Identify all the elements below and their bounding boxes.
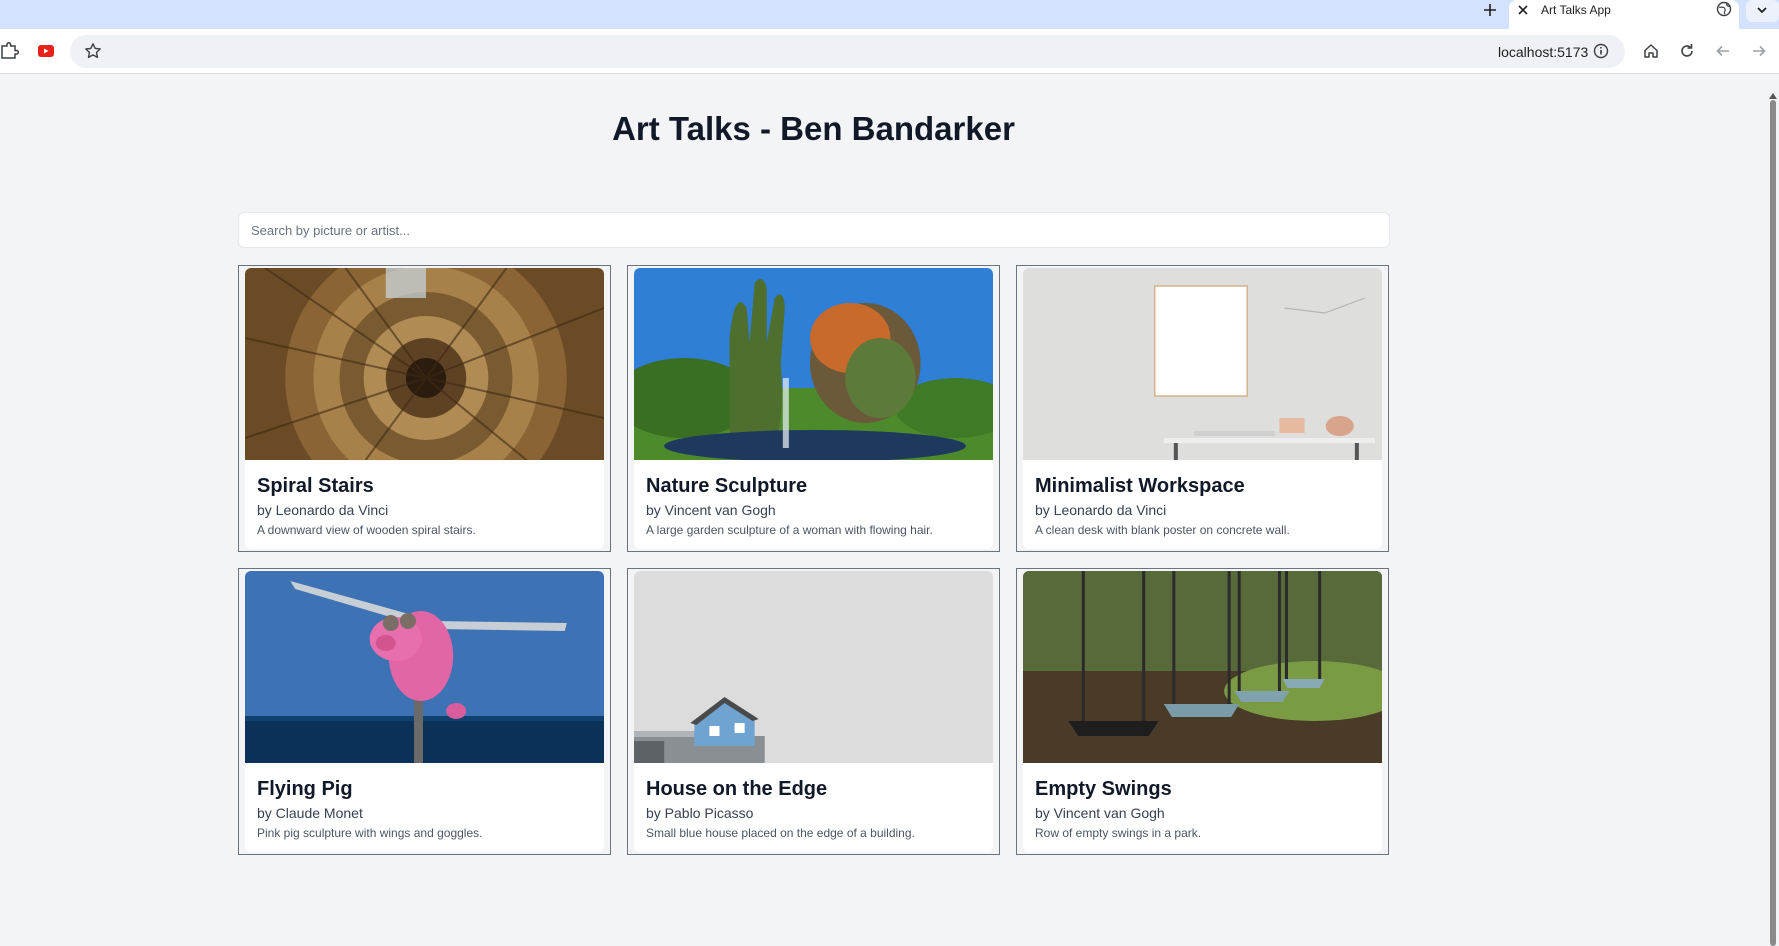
nature-sculpture-image	[634, 268, 993, 460]
tab-title: Art Talks App	[1541, 3, 1611, 17]
tab-art-talks[interactable]: Art Talks App	[1509, 0, 1739, 29]
close-tab-button[interactable]	[1517, 1, 1529, 19]
card-body: House on the Edge by Pablo Picasso Small…	[634, 763, 993, 841]
puzzle-icon[interactable]	[0, 41, 20, 61]
art-card[interactable]: Spiral Stairs by Leonardo da Vinci A dow…	[238, 265, 611, 552]
address-bar[interactable]: localhost:5173	[70, 35, 1625, 68]
page-scrollbar[interactable]	[1767, 75, 1779, 946]
card-body: Empty Swings by Vincent van Gogh Row of …	[1023, 763, 1382, 841]
tab-strip: Art Talks App	[0, 0, 1779, 29]
card-description: Row of empty swings in a park.	[1035, 826, 1202, 840]
page-content: Art Talks - Ben Bandarker Search by pict…	[0, 75, 1779, 946]
card-title: Minimalist Workspace	[1035, 475, 1245, 497]
card-description: Pink pig sculpture with wings and goggle…	[257, 826, 483, 840]
card-title: Spiral Stairs	[257, 475, 374, 497]
info-icon[interactable]	[1593, 43, 1609, 59]
card-artist: by Claude Monet	[257, 805, 363, 821]
card-description: A downward view of wooden spiral stairs.	[257, 523, 476, 537]
card-inner: Minimalist Workspace by Leonardo da Vinc…	[1023, 268, 1382, 549]
search-input[interactable]	[238, 212, 1390, 248]
art-card[interactable]: Minimalist Workspace by Leonardo da Vinc…	[1016, 265, 1389, 552]
card-inner: Empty Swings by Vincent van Gogh Row of …	[1023, 571, 1382, 852]
card-artist: by Vincent van Gogh	[1035, 805, 1165, 821]
card-description: A large garden sculpture of a woman with…	[646, 523, 933, 537]
scroll-up-arrow-icon[interactable]	[1769, 93, 1777, 99]
url-text[interactable]: localhost:5173	[1498, 44, 1588, 60]
close-icon	[1518, 5, 1528, 15]
card-inner: Nature Sculpture by Vincent van Gogh A l…	[634, 268, 993, 549]
reload-icon[interactable]	[1677, 41, 1697, 61]
home-icon[interactable]	[1641, 41, 1661, 61]
scrollbar-thumb[interactable]	[1770, 100, 1776, 946]
browser-toolbar: localhost:5173	[0, 29, 1779, 74]
spiral-stairs-image	[245, 268, 604, 460]
flying-pig-image	[245, 571, 604, 763]
art-grid: Spiral Stairs by Leonardo da Vinci A dow…	[238, 265, 1390, 855]
empty-swings-image	[1023, 571, 1382, 763]
house-on-edge-image	[634, 571, 993, 763]
art-card[interactable]: House on the Edge by Pablo Picasso Small…	[627, 568, 1000, 855]
forward-arrow-icon[interactable]	[1749, 41, 1769, 61]
card-artist: by Pablo Picasso	[646, 805, 754, 821]
art-card[interactable]: Flying Pig by Claude Monet Pink pig scul…	[238, 568, 611, 855]
card-body: Flying Pig by Claude Monet Pink pig scul…	[245, 763, 604, 841]
art-card[interactable]: Nature Sculpture by Vincent van Gogh A l…	[627, 265, 1000, 552]
card-artist: by Leonardo da Vinci	[1035, 502, 1167, 518]
art-card[interactable]: Empty Swings by Vincent van Gogh Row of …	[1016, 568, 1389, 855]
card-title: House on the Edge	[646, 778, 828, 800]
card-inner: House on the Edge by Pablo Picasso Small…	[634, 571, 993, 852]
plus-icon	[1484, 4, 1496, 16]
card-body: Spiral Stairs by Leonardo da Vinci A dow…	[245, 460, 604, 538]
card-body: Nature Sculpture by Vincent van Gogh A l…	[634, 460, 993, 538]
star-icon[interactable]	[84, 42, 102, 60]
card-description: Small blue house placed on the edge of a…	[646, 826, 915, 840]
card-description: A clean desk with blank poster on concre…	[1035, 523, 1290, 537]
card-title: Empty Swings	[1035, 778, 1172, 800]
card-artist: by Leonardo da Vinci	[257, 502, 389, 518]
minimalist-workspace-image	[1023, 268, 1382, 460]
back-arrow-icon[interactable]	[1713, 41, 1733, 61]
new-tab-button[interactable]	[1479, 0, 1501, 20]
card-title: Nature Sculpture	[646, 475, 808, 497]
tab-menu-button[interactable]	[1746, 0, 1779, 22]
globe-icon	[1716, 1, 1732, 17]
card-inner: Spiral Stairs by Leonardo da Vinci A dow…	[245, 268, 604, 549]
card-body: Minimalist Workspace by Leonardo da Vinc…	[1023, 460, 1382, 538]
youtube-icon[interactable]	[36, 41, 56, 61]
chevron-down-icon	[1757, 7, 1767, 14]
card-artist: by Vincent van Gogh	[646, 502, 776, 518]
card-title: Flying Pig	[257, 778, 353, 800]
page-title: Art Talks - Ben Bandarker	[612, 110, 1015, 147]
card-inner: Flying Pig by Claude Monet Pink pig scul…	[245, 571, 604, 852]
